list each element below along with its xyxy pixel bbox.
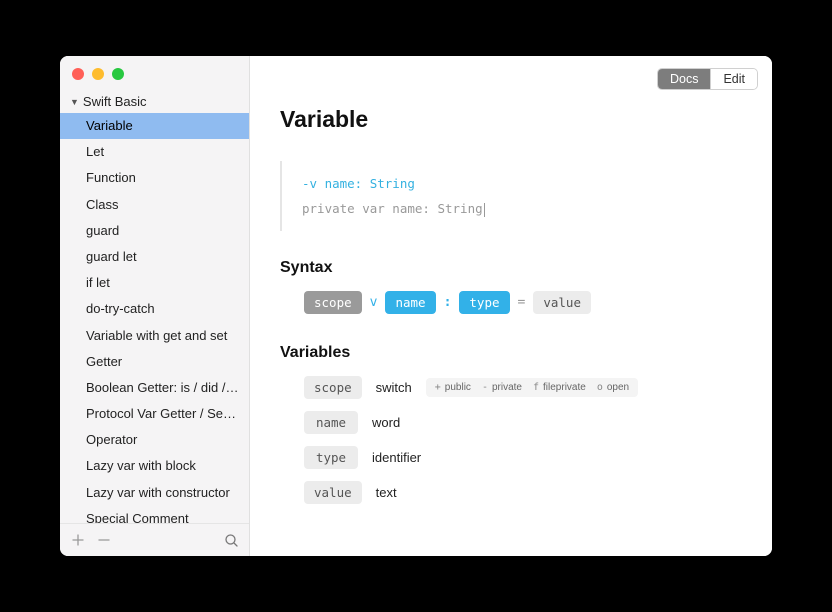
switch-key: - bbox=[482, 382, 488, 393]
sidebar-item[interactable]: Variable with get and set bbox=[60, 323, 249, 349]
sidebar-item[interactable]: Lazy var with block bbox=[60, 453, 249, 479]
sidebar-item[interactable]: guard bbox=[60, 218, 249, 244]
sidebar-footer bbox=[60, 523, 249, 556]
variable-desc: text bbox=[376, 485, 397, 500]
syntax-token-name: name bbox=[385, 291, 435, 314]
search-icon bbox=[224, 533, 239, 548]
variable-row-scope: scope switch +public-privateffileprivate… bbox=[304, 376, 742, 399]
sidebar: ▼ Swift Basic VariableLetFunctionClassgu… bbox=[60, 56, 250, 556]
sidebar-list: VariableLetFunctionClassguardguard letif… bbox=[60, 113, 249, 523]
variable-label: scope bbox=[304, 376, 362, 399]
sidebar-item[interactable]: Boolean Getter: is / did / ha... bbox=[60, 375, 249, 401]
syntax-heading: Syntax bbox=[280, 259, 742, 277]
minimize-window-button[interactable] bbox=[92, 68, 104, 80]
switch-value: fileprivate bbox=[543, 382, 586, 393]
variable-desc: word bbox=[372, 415, 400, 430]
main-content: Variable -v name: String private var nam… bbox=[250, 56, 772, 546]
variables-table: scope switch +public-privateffileprivate… bbox=[280, 376, 742, 504]
sidebar-item[interactable]: Variable bbox=[60, 113, 249, 139]
variable-desc: identifier bbox=[372, 450, 421, 465]
mode-toggle: Docs Edit bbox=[657, 68, 758, 90]
syntax-token-scope: scope bbox=[304, 291, 362, 314]
switch-value: open bbox=[607, 382, 629, 393]
switch-option[interactable]: f fileprivate bbox=[528, 380, 591, 395]
code-expansion-line: private var name: String bbox=[302, 196, 742, 221]
variable-desc: switch bbox=[376, 380, 412, 395]
disclosure-triangle-icon: ▼ bbox=[70, 97, 79, 107]
switch-options: +public-privateffileprivateoopen bbox=[426, 378, 638, 397]
content-area: Docs Edit Variable -v name: String priva… bbox=[250, 56, 772, 556]
variable-row-type: type identifier bbox=[304, 446, 742, 469]
code-template-line: -v name: String bbox=[302, 171, 742, 196]
app-window: ▼ Swift Basic VariableLetFunctionClassgu… bbox=[60, 56, 772, 556]
edit-tab[interactable]: Edit bbox=[711, 69, 757, 89]
add-button[interactable] bbox=[70, 532, 86, 548]
docs-tab[interactable]: Docs bbox=[658, 69, 711, 89]
syntax-token-type: type bbox=[459, 291, 509, 314]
variable-label: type bbox=[304, 446, 358, 469]
sidebar-item[interactable]: Class bbox=[60, 192, 249, 218]
search-button[interactable] bbox=[223, 532, 239, 548]
switch-option[interactable]: oopen bbox=[592, 380, 634, 395]
window-controls bbox=[60, 56, 249, 90]
sidebar-item[interactable]: Protocol Var Getter / Setter bbox=[60, 401, 249, 427]
syntax-sep-v: v bbox=[370, 295, 378, 310]
sidebar-item[interactable]: guard let bbox=[60, 244, 249, 270]
syntax-token-value: value bbox=[533, 291, 591, 314]
variable-label: name bbox=[304, 411, 358, 434]
sidebar-item[interactable]: do-try-catch bbox=[60, 296, 249, 322]
switch-key: + bbox=[435, 382, 441, 393]
variable-row-name: name word bbox=[304, 411, 742, 434]
sidebar-item[interactable]: Getter bbox=[60, 349, 249, 375]
zoom-window-button[interactable] bbox=[112, 68, 124, 80]
syntax-sep-eq: = bbox=[518, 295, 526, 310]
text-cursor-icon bbox=[484, 203, 485, 217]
sidebar-item[interactable]: Special Comment bbox=[60, 506, 249, 523]
close-window-button[interactable] bbox=[72, 68, 84, 80]
sidebar-item[interactable]: Operator bbox=[60, 427, 249, 453]
sidebar-group-header[interactable]: ▼ Swift Basic bbox=[60, 90, 249, 113]
sidebar-item[interactable]: Lazy var with constructor bbox=[60, 480, 249, 506]
syntax-sep-colon: : bbox=[444, 295, 452, 310]
switch-key: f bbox=[533, 382, 539, 393]
switch-option[interactable]: -private bbox=[477, 380, 527, 395]
sidebar-item[interactable]: Let bbox=[60, 139, 249, 165]
code-block: -v name: String private var name: String bbox=[280, 161, 742, 231]
switch-key: o bbox=[597, 382, 603, 393]
remove-button[interactable] bbox=[96, 532, 112, 548]
sidebar-item[interactable]: Function bbox=[60, 165, 249, 191]
switch-value: private bbox=[492, 382, 522, 393]
syntax-row: scope v name : type = value bbox=[280, 291, 742, 314]
variable-label: value bbox=[304, 481, 362, 504]
variables-heading: Variables bbox=[280, 344, 742, 362]
page-title: Variable bbox=[280, 106, 742, 133]
minus-icon bbox=[97, 533, 111, 547]
variable-row-value: value text bbox=[304, 481, 742, 504]
sidebar-group-title: Swift Basic bbox=[83, 94, 147, 109]
switch-option[interactable]: + public bbox=[430, 380, 476, 395]
sidebar-item[interactable]: if let bbox=[60, 270, 249, 296]
switch-value: public bbox=[445, 382, 471, 393]
plus-icon bbox=[71, 533, 85, 547]
